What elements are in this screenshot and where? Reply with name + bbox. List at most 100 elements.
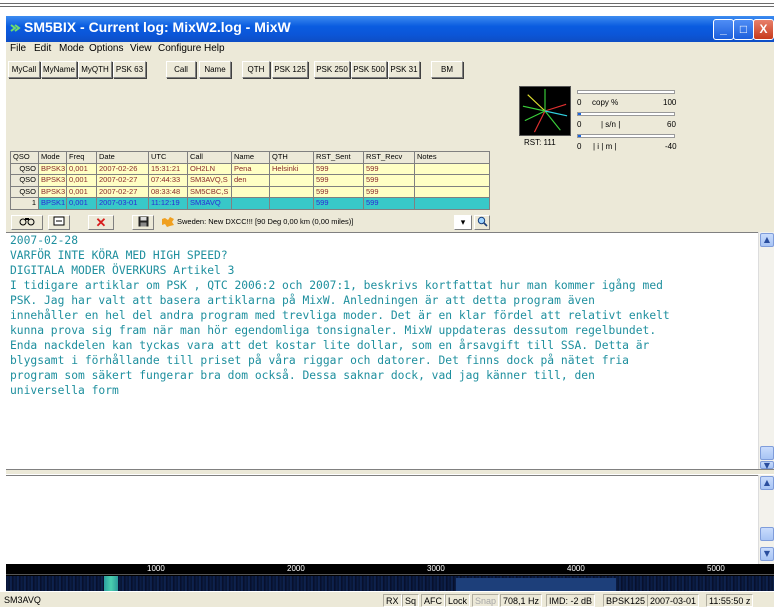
menu-help[interactable]: Help — [204, 43, 225, 54]
rx-scroll-down-button[interactable]: ▼ — [760, 461, 774, 470]
imd-meter-label: | i | m | — [593, 142, 617, 151]
log-header-rst-recv[interactable]: RST_Recv — [363, 151, 415, 164]
macro-psk63-button[interactable]: PSK 63 — [113, 61, 146, 78]
macro-qth-button[interactable]: QTH — [242, 61, 270, 78]
log-cell-qso: 1 — [10, 197, 39, 210]
chevron-down-icon: ▾ — [460, 217, 466, 227]
tx-scroll-thumb[interactable] — [760, 527, 774, 541]
log-cell-freq[interactable]: 0,001 — [66, 197, 97, 210]
log-cell-mode: BPSK3 — [38, 162, 67, 175]
log-header-utc[interactable]: UTC — [148, 151, 188, 164]
tx-scroll-up-button[interactable]: ▲ — [760, 476, 774, 490]
log-cell-name: den — [231, 174, 270, 187]
transmit-text-pane[interactable] — [6, 475, 758, 564]
phase-scope — [519, 86, 571, 136]
menu-configure[interactable]: Configure — [158, 43, 201, 54]
delete-qso-button[interactable]: ✕ — [88, 215, 114, 230]
waterfall-tick: 5000 — [707, 564, 725, 573]
log-row[interactable]: QSO BPSK3 0,001 2007-02-26 15:31:21 OH2L… — [10, 162, 490, 175]
tx-scrollbar[interactable]: ▲ ▼ — [758, 475, 774, 564]
title-bar[interactable]: SM5BIX - Current log: MixW2.log - MixW _… — [6, 16, 774, 42]
log-row[interactable]: QSO BPSK3 0,001 2007-02-27 07:44:33 SM3A… — [10, 174, 490, 187]
log-cell-rst-recv[interactable]: 599 — [363, 197, 415, 210]
log-header-freq[interactable]: Freq — [66, 151, 97, 164]
log-header-name[interactable]: Name — [231, 151, 270, 164]
menu-mode[interactable]: Mode — [59, 43, 84, 54]
log-cell-date[interactable]: 2007-03-01 — [96, 197, 149, 210]
edit-form-icon — [53, 216, 65, 226]
log-header-date[interactable]: Date — [96, 151, 149, 164]
rx-scroll-thumb[interactable] — [760, 446, 774, 460]
log-cell-call[interactable]: SM3AVQ — [187, 197, 232, 210]
macro-psk31-button[interactable]: PSK 31 — [388, 61, 420, 78]
log-cell-utc[interactable]: 11:12:19 — [148, 197, 188, 210]
macro-call-button[interactable]: Call — [166, 61, 196, 78]
waterfall-noise-band — [456, 578, 616, 591]
macro-psk250-button[interactable]: PSK 250 — [314, 61, 350, 78]
status-frequency: 708,1 Hz — [500, 594, 543, 607]
status-rx[interactable]: RX — [383, 594, 402, 607]
status-imd: IMD: -2 dB — [546, 594, 596, 607]
log-header-qso[interactable]: QSO — [10, 151, 39, 164]
waterfall-display[interactable]: 1000 2000 3000 4000 5000 — [6, 564, 774, 591]
search-button[interactable] — [474, 215, 490, 230]
menu-edit[interactable]: Edit — [34, 43, 51, 54]
macro-mycall-button[interactable]: MyCall — [8, 61, 40, 78]
rx-scrollbar[interactable]: ▲ ▼ — [758, 232, 774, 470]
log-header-rst-sent[interactable]: RST_Sent — [313, 151, 364, 164]
maximize-button[interactable]: □ — [733, 19, 754, 40]
log-cell-date: 2007-02-27 — [96, 185, 149, 198]
edit-qso-button[interactable] — [48, 215, 70, 230]
log-cell-name: Pena — [231, 162, 270, 175]
log-cell-rst-sent: 599 — [313, 162, 364, 175]
tx-scroll-down-button[interactable]: ▼ — [760, 547, 774, 561]
save-qso-button[interactable] — [132, 215, 154, 230]
macro-myname-button[interactable]: MyName — [41, 61, 77, 78]
imd-meter-min: 0 — [577, 142, 582, 151]
status-afc[interactable]: AFC — [421, 594, 445, 607]
log-cell-utc: 08:33:48 — [148, 185, 188, 198]
macro-psk125-button[interactable]: PSK 125 — [272, 61, 308, 78]
window-title: SM5BIX - Current log: MixW2.log - MixW — [24, 19, 291, 35]
log-cell-qth — [269, 174, 314, 187]
log-header-mode[interactable]: Mode — [38, 151, 67, 164]
dxcc-dropdown[interactable]: ▾ — [454, 215, 472, 230]
log-cell-rst-sent[interactable]: 599 — [313, 197, 364, 210]
log-row[interactable]: QSO BPSK3 0,001 2007-02-27 08:33:48 SM5C… — [10, 185, 490, 198]
rx-line: universella form — [10, 384, 119, 397]
menu-options[interactable]: Options — [89, 43, 123, 54]
macro-bm-button[interactable]: BM — [431, 61, 463, 78]
log-cell-qso: QSO — [10, 162, 39, 175]
close-button[interactable]: X — [753, 19, 774, 40]
waterfall-noise — [6, 576, 774, 591]
log-cell-name[interactable] — [231, 197, 270, 210]
minimize-button[interactable]: _ — [713, 19, 734, 40]
log-cell-mode[interactable]: BPSK1 — [38, 197, 67, 210]
rx-scroll-up-button[interactable]: ▲ — [760, 233, 774, 247]
log-cell-call: OH2LN — [187, 162, 232, 175]
log-cell-rst-recv: 599 — [363, 185, 415, 198]
lookup-button[interactable] — [11, 215, 43, 230]
status-squelch[interactable]: Sq — [402, 594, 420, 607]
macro-psk500-button[interactable]: PSK 500 — [351, 61, 387, 78]
status-lock[interactable]: Lock — [445, 594, 471, 607]
status-mode[interactable]: BPSK125 — [603, 594, 649, 607]
log-header-call[interactable]: Call — [187, 151, 232, 164]
log-cell-freq: 0,001 — [66, 185, 97, 198]
log-cell-notes[interactable] — [414, 197, 490, 210]
macro-myqth-button[interactable]: MyQTH — [78, 61, 112, 78]
rx-line: program som säkert fungerar bra dom ocks… — [10, 369, 595, 382]
log-current-row[interactable]: 1 BPSK1 0,001 2007-03-01 11:12:19 SM3AVQ… — [10, 197, 490, 210]
macro-name-button[interactable]: Name — [199, 61, 231, 78]
status-snap[interactable]: Snap — [472, 594, 500, 607]
menu-file[interactable]: File — [10, 43, 26, 54]
log-header-qth[interactable]: QTH — [269, 151, 314, 164]
log-cell-qth[interactable] — [269, 197, 314, 210]
receive-text-pane[interactable]: 2007-02-28 VARFÖR INTE KÖRA MED HIGH SPE… — [6, 232, 758, 469]
waterfall-tick: 2000 — [287, 564, 305, 573]
log-cell-freq: 0,001 — [66, 174, 97, 187]
menu-view[interactable]: View — [130, 43, 152, 54]
sn-meter-label: | s/n | — [601, 120, 621, 129]
copy-meter-max: 100 — [663, 98, 677, 107]
log-header-notes[interactable]: Notes — [414, 151, 490, 164]
